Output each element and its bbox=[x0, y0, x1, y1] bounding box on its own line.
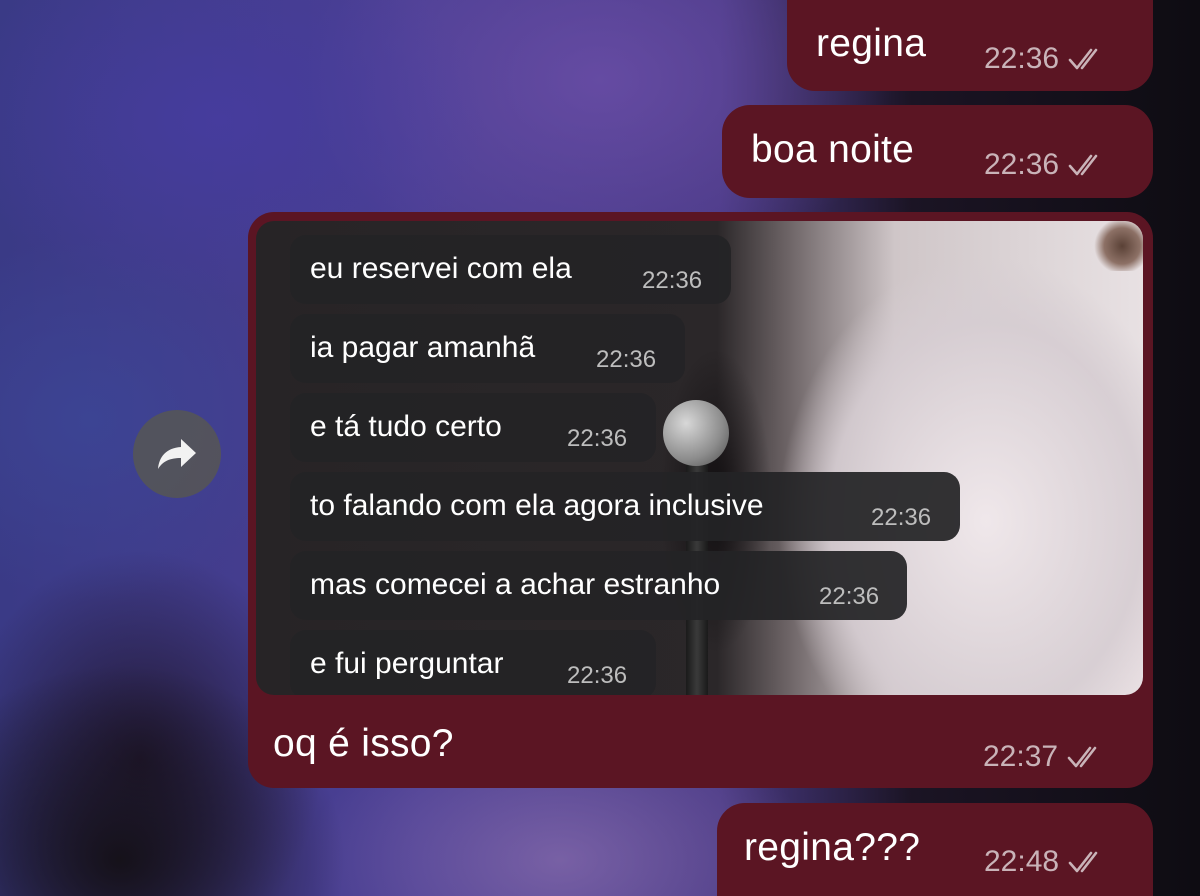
double-check-icon bbox=[1068, 48, 1098, 70]
message-caption: oq é isso? bbox=[273, 722, 454, 765]
double-check-icon bbox=[1068, 154, 1098, 176]
screenshot-message-text: mas comecei a achar estranho bbox=[310, 568, 721, 601]
message-text: regina bbox=[816, 22, 927, 65]
screenshot-message: to falando com ela agora inclusive 22:36 bbox=[290, 472, 960, 541]
screenshot-message: e tá tudo certo 22:36 bbox=[290, 393, 656, 462]
screenshot-message-time: 22:36 bbox=[642, 267, 703, 294]
forward-arrow-icon bbox=[158, 439, 196, 469]
screenshot-message-text: e tá tudo certo bbox=[310, 410, 502, 443]
double-check-icon bbox=[1068, 851, 1098, 873]
screenshot-message-time: 22:36 bbox=[871, 504, 932, 531]
microphone bbox=[663, 400, 729, 466]
screenshot-message: mas comecei a achar estranho 22:36 bbox=[290, 551, 907, 620]
message-bubble-regina-question[interactable]: regina??? 22:48 bbox=[717, 803, 1153, 896]
screenshot-message: eu reservei com ela 22:36 bbox=[290, 235, 731, 304]
message-time: 22:37 bbox=[983, 740, 1059, 773]
screenshot-message-time: 22:36 bbox=[567, 425, 628, 452]
screenshot-message: e fui perguntar 22:36 bbox=[290, 630, 656, 695]
screenshot-message-text: ia pagar amanhã bbox=[310, 331, 536, 364]
message-meta: 22:36 bbox=[984, 42, 1107, 76]
forward-button[interactable] bbox=[133, 410, 221, 498]
screenshot-message-text: to falando com ela agora inclusive bbox=[310, 489, 764, 522]
coat-button bbox=[1091, 221, 1143, 271]
double-check-icon bbox=[1067, 746, 1097, 768]
message-text: regina??? bbox=[744, 826, 921, 869]
message-time: 22:36 bbox=[984, 42, 1060, 75]
message-time: 22:36 bbox=[984, 148, 1060, 181]
screenshot-message-text: e fui perguntar bbox=[310, 647, 504, 680]
message-text: boa noite bbox=[751, 128, 915, 171]
message-time: 22:48 bbox=[984, 845, 1060, 878]
screenshot-message-text: eu reservei com ela bbox=[310, 252, 572, 285]
message-meta: 22:48 bbox=[984, 845, 1107, 879]
screenshot-message-time: 22:36 bbox=[596, 346, 657, 373]
screenshot-message: ia pagar amanhã 22:36 bbox=[290, 314, 685, 383]
message-bubble-boa-noite[interactable]: boa noite 22:36 bbox=[722, 105, 1153, 198]
message-meta: 22:36 bbox=[984, 148, 1107, 182]
attached-screenshot-image[interactable]: eu reservei com ela 22:36 ia pagar amanh… bbox=[256, 221, 1143, 695]
screenshot-message-time: 22:36 bbox=[819, 583, 880, 610]
screenshot-message-time: 22:36 bbox=[567, 662, 628, 689]
message-bubble-regina[interactable]: regina 22:36 bbox=[787, 0, 1153, 91]
message-meta: 22:37 bbox=[983, 740, 1106, 774]
